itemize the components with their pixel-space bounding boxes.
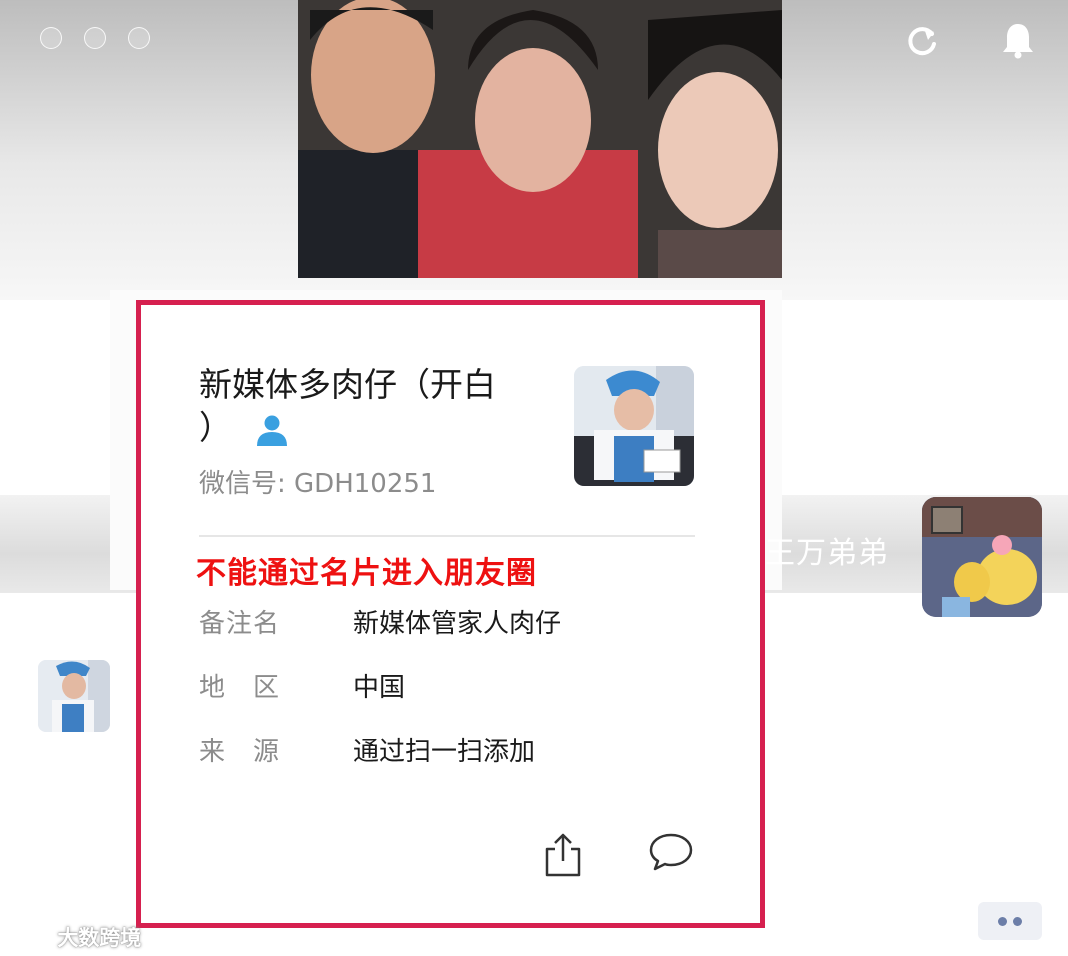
wechat-id: 微信号: GDH10251 bbox=[199, 463, 436, 500]
nickname-line-2: ） bbox=[199, 408, 232, 447]
source-value: 通过扫一扫添加 bbox=[353, 737, 536, 767]
window-dot[interactable] bbox=[128, 27, 150, 49]
remark-value: 新媒体管家人肉仔 bbox=[353, 609, 562, 639]
window-dot[interactable] bbox=[40, 27, 62, 49]
divider bbox=[199, 535, 695, 537]
chat-bubble-icon[interactable] bbox=[647, 831, 695, 875]
region-value: 中国 bbox=[353, 673, 406, 703]
self-avatar[interactable] bbox=[38, 660, 110, 732]
person-icon bbox=[256, 415, 287, 446]
source-label: 来 源 bbox=[199, 737, 281, 767]
warning-annotation: 不能通过名片进入朋友圈 bbox=[196, 556, 537, 591]
refresh-icon[interactable] bbox=[902, 22, 942, 62]
wechat-id-label: 微信号: bbox=[199, 469, 295, 499]
contact-name: 王万弟弟 bbox=[765, 536, 889, 571]
watermark-logo-icon bbox=[10, 931, 50, 947]
bell-icon[interactable] bbox=[998, 20, 1038, 60]
more-button[interactable] bbox=[978, 902, 1042, 940]
profile-card: 新媒体多肉仔（开白 ） 微信号: GDH10251 不能通过名片进入朋友圈 备注… bbox=[136, 300, 765, 928]
contact-avatar-large[interactable] bbox=[574, 366, 694, 486]
window-dot[interactable] bbox=[84, 27, 106, 49]
share-icon[interactable] bbox=[543, 831, 583, 879]
contact-avatar[interactable] bbox=[922, 497, 1042, 617]
region-label: 地 区 bbox=[199, 673, 281, 703]
watermark: 大数跨境 bbox=[10, 922, 141, 952]
wechat-id-value: GDH10251 bbox=[294, 469, 437, 499]
dot-icon bbox=[998, 917, 1007, 926]
dot-icon bbox=[1013, 917, 1022, 926]
remark-label: 备注名 bbox=[199, 609, 281, 639]
nickname-line-1: 新媒体多肉仔（开白 bbox=[199, 365, 496, 404]
contact-nickname: 新媒体多肉仔（开白 ） bbox=[199, 363, 549, 449]
cover-photo bbox=[298, 0, 782, 278]
watermark-text: 大数跨境 bbox=[57, 926, 142, 950]
